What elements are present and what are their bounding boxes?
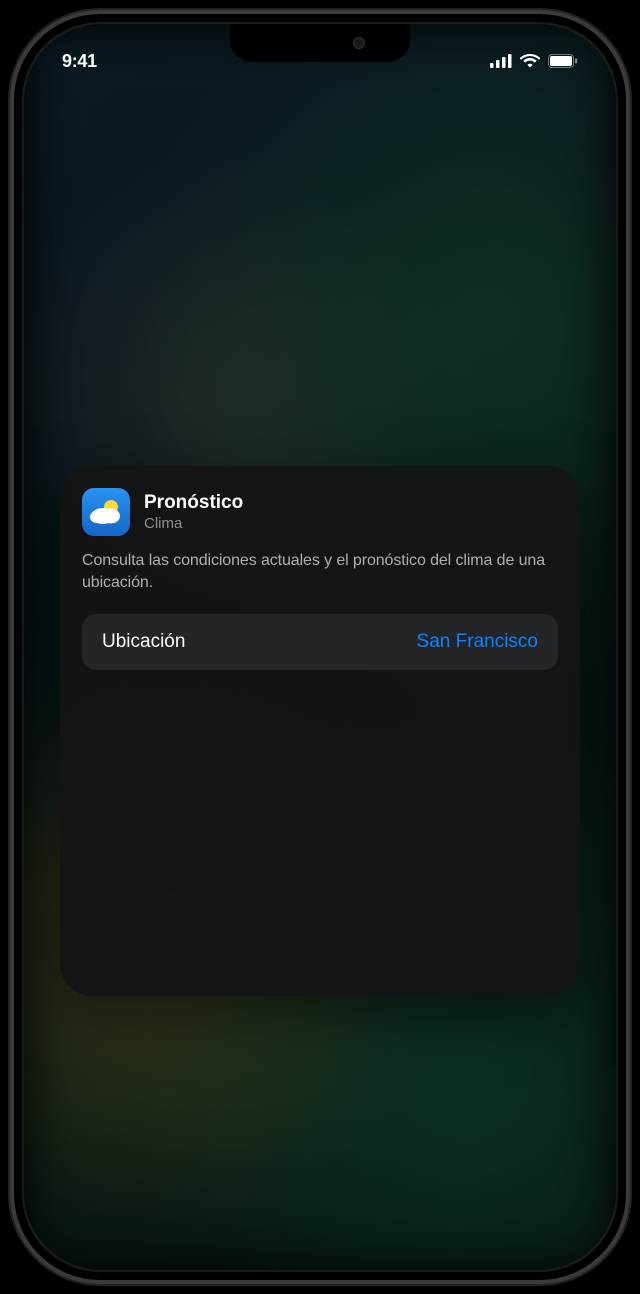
widget-config-header: Pronóstico Clima (82, 488, 558, 536)
location-setting-value: San Francisco (417, 631, 538, 653)
location-setting-row[interactable]: Ubicación San Francisco (82, 614, 558, 670)
phone-frame: 9:41 (10, 10, 630, 1284)
widget-title-group: Pronóstico Clima (144, 492, 243, 532)
wifi-icon (520, 54, 540, 68)
status-indicators (490, 54, 578, 68)
status-time: 9:41 (62, 51, 97, 72)
front-camera (353, 37, 365, 49)
cellular-signal-icon (490, 54, 512, 68)
location-setting-label: Ubicación (102, 631, 185, 653)
widget-title: Pronóstico (144, 492, 243, 514)
weather-app-icon (82, 488, 130, 536)
notch (230, 24, 410, 62)
battery-icon (548, 54, 578, 68)
widget-description: Consulta las condiciones actuales y el p… (82, 550, 558, 594)
widget-config-panel[interactable]: Pronóstico Clima Consulta las condicione… (60, 466, 580, 996)
phone-screen: 9:41 (24, 24, 616, 1270)
widget-app-name: Clima (144, 515, 243, 532)
